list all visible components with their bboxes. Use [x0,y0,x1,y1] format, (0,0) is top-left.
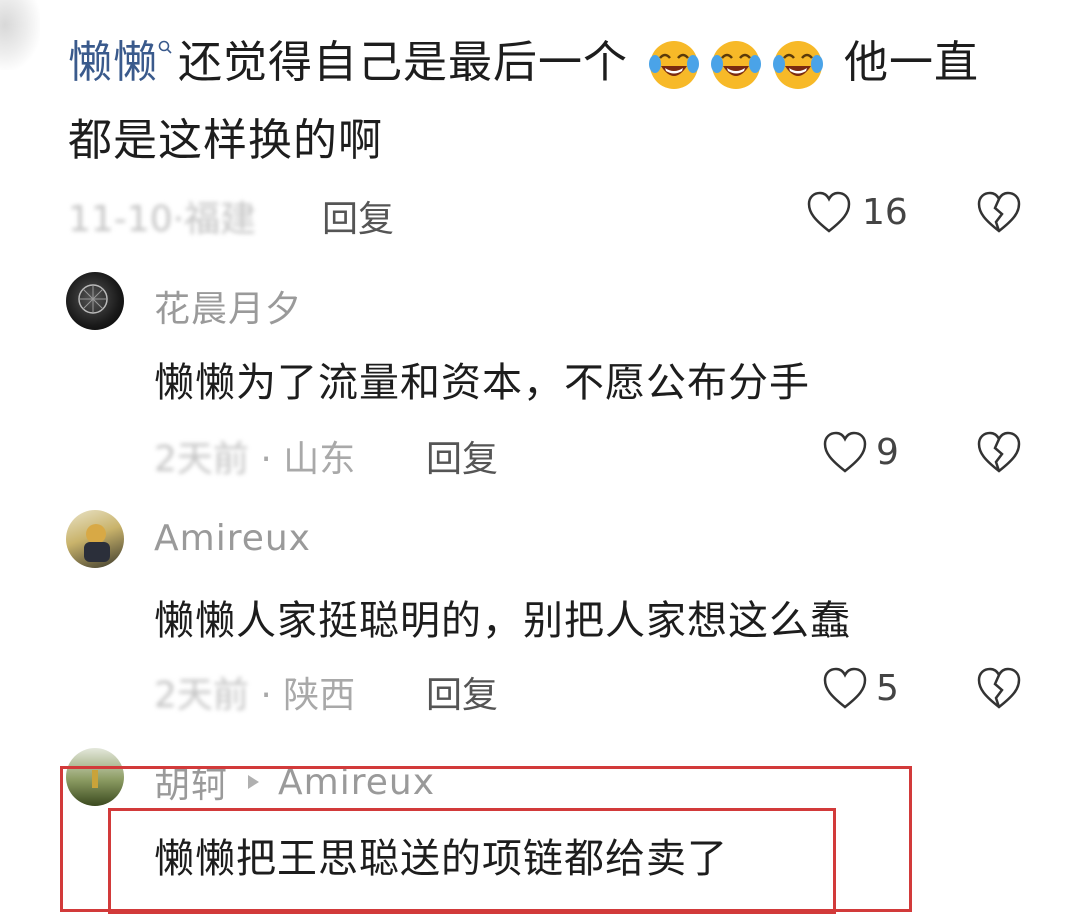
reply-meta: 2天前 · 陕西 [154,675,356,716]
comment-text-line1: 还觉得自己是最后一个 [178,37,628,88]
comment-text-line2: 都是这样换的啊 [68,115,383,166]
reply-meta: 2天前 · 山东 [154,439,356,480]
reply-button[interactable]: 回复 [322,190,394,242]
reply-text: 懒懒人家挺聪明的，别把人家想这么蠢 [154,598,851,644]
heart-icon [807,191,851,233]
comment-date: 11-10·福建 [68,199,257,240]
dislike-icon[interactable] [976,190,1022,234]
comment-text-line1-end: 他一直 [844,37,979,88]
dislike-icon[interactable] [976,666,1022,710]
like-count: 16 [862,191,908,233]
emoji-group [643,37,829,89]
like-button[interactable]: 5 [822,666,899,710]
comment-author[interactable]: 懒懒 [68,37,158,88]
like-button[interactable]: 16 [806,190,908,234]
heart-icon [823,431,867,473]
reply-author[interactable]: Amireux [154,518,311,559]
reply-text: 懒懒为了流量和资本，不愿公布分手 [154,360,810,406]
avatar[interactable] [66,272,124,330]
heart-icon [823,667,867,709]
laughing-crying-emoji [711,41,761,89]
dislike-icon[interactable] [976,430,1022,474]
comment-body: 懒懒 还觉得自己是最后一个 他一直 [68,32,1048,94]
like-button[interactable]: 9 [822,430,899,474]
reply-text: 懒懒把王思聪送的项链都给卖了 [154,836,728,882]
like-count: 9 [876,431,899,473]
laughing-crying-emoji [773,41,823,89]
reply-button[interactable]: 回复 [426,430,498,482]
reply-author[interactable]: 花晨月夕 [154,280,302,332]
like-count: 5 [876,667,899,709]
avatar[interactable] [66,510,124,568]
search-icon [158,40,172,54]
corner-shadow [0,0,40,70]
laughing-crying-emoji [649,41,699,89]
reply-button[interactable]: 回复 [426,666,498,718]
